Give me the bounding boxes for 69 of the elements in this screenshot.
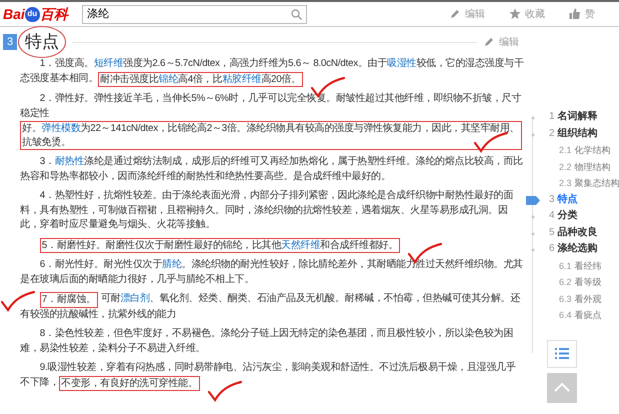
toc-number: 6.1	[559, 260, 572, 270]
search-field[interactable]: 涤纶	[82, 4, 307, 24]
toc-number: 2	[549, 128, 555, 138]
toc-subitem[interactable]: 6.4 看疵点	[525, 307, 619, 324]
toc-label: 名词解释	[558, 111, 598, 122]
toc-label: 看外观	[574, 294, 602, 304]
toc-number: 2.3	[559, 178, 572, 188]
toc-label: 物理结构	[574, 162, 611, 172]
toc-subitem[interactable]: 6.3 看外观	[525, 290, 619, 307]
toc-label: 看等级	[574, 277, 602, 287]
toc-label: 聚集态结构	[574, 178, 619, 188]
toolbar-button[interactable]: 编辑	[449, 6, 485, 22]
edit-link[interactable]: 编辑	[483, 34, 519, 50]
toc-label: 看经纬	[574, 260, 602, 270]
toc-subitem[interactable]: 2.3 聚集态结构	[525, 175, 619, 192]
link[interactable]: 短纤维	[94, 58, 124, 69]
paragraph: 3．耐热性涤纶是通过熔纺法制成，成形后的纤维可又再经加热熔化，属于热塑性纤维。涤纶的熔点比较高，而比热容和导热率都较小，因而涤纶纤维的耐热性和绝热性要高些。是合成纤维中最好的。	[20, 155, 524, 184]
paragraph: 4．热塑性好，抗熔性较差。由于涤纶表面光滑，内部分子排列紧密，因此涤纶是合成纤织物中耐热性最好的面料，具有热塑性，可制做百褶裙，且褶裥持久。同时，涤纶织物的抗熔性较差，遇着烟灰、火星等易形成孔洞。因此，穿着时应尽量避免与烟头、火花等接触。	[20, 189, 514, 232]
toc-item[interactable]: 4 分类	[525, 208, 619, 224]
toc-label: 涤纶选购	[558, 243, 598, 254]
toc-item[interactable]: 6 涤纶选购	[525, 241, 619, 258]
toc-number: 3	[549, 194, 555, 204]
section-number: 3	[3, 34, 17, 50]
toc-label: 品种改良	[558, 226, 598, 238]
link[interactable]: 粘胶纤维	[222, 74, 262, 84]
toc-label: 化学结构	[574, 145, 611, 155]
toc-number: 5	[549, 226, 555, 238]
toc-subitem[interactable]: 2.2 物理结构	[525, 158, 619, 175]
toc-subitem[interactable]: 6.1 看经纬	[525, 258, 619, 274]
toc-item[interactable]: 3 特点	[525, 192, 619, 208]
link[interactable]: 耐热性	[54, 156, 84, 167]
link[interactable]: 吸湿性	[387, 58, 416, 69]
toc-number: 6.3	[559, 294, 572, 304]
toc-number: 6.2	[559, 277, 572, 287]
toc-number: 6	[549, 243, 555, 254]
annotation-box: 7．耐腐蚀。	[40, 292, 98, 308]
toc-number: 2.2	[559, 162, 572, 172]
paragraph: 9.吸湿性较差，穿着有闷热感，同时易带静电、沾污灰尘，影响美观和舒适性。不过洗后极易干燥，且湿强几乎不下降， 不变形，有良好的洗可穿性能。	[20, 361, 525, 391]
toc-subitem[interactable]: 2.1 化学结构	[525, 142, 619, 158]
circled-section-title: 特点	[18, 26, 66, 58]
annotation-box: 不变形，有良好的洗可穿性能。	[59, 376, 200, 391]
toc-subitem[interactable]: 6.2 看等级	[525, 274, 619, 290]
link[interactable]: 锦纶	[158, 74, 178, 84]
link[interactable]: 弹性模数	[42, 123, 80, 134]
annotation-box: 好。弹性模数为22～141cN/dtex，比锦纶高2～3倍。涤纶织物具有较高的强度与弹性恢复能力，因此，其坚牢耐用、抗皱免烫。	[20, 121, 522, 150]
toc-item[interactable]: 2 组织结构	[525, 126, 619, 142]
annotation-box: 耐冲击强度比锦纶高4倍，比粘胶纤维高20倍。	[98, 72, 303, 87]
toc-number: 1	[549, 111, 555, 122]
toc-item[interactable]: 5 品种改良	[525, 224, 619, 241]
paragraph: 7．耐腐蚀。 可耐漂白剂、氧化剂、烃类、酮类、石油产品及无机酸。耐稀碱，不怕霉，但热碱可使其分解。还有较强的抗酸碱性，抗紫外线的能力	[20, 292, 525, 322]
toc-label: 组织结构	[558, 128, 598, 138]
toc-label: 看疵点	[574, 310, 602, 320]
link[interactable]: 天然纤维	[281, 240, 320, 250]
toc-number: 2.1	[559, 145, 572, 155]
toc-number: 6.4	[559, 310, 572, 320]
logo-text: Bai	[3, 4, 25, 24]
paragraph: 8．染色性较差，但色牢度好，不易褪色。涤纶分子链上因无特定的染色基团，而且极性较小，所以染色较为困难，易染性较差，染料分子不易进入纤维。	[20, 327, 514, 356]
toc-item[interactable]: 1 名词解释	[525, 109, 619, 126]
logo-text: 百科	[40, 4, 68, 24]
toolbar-button[interactable]: 收藏	[509, 6, 545, 22]
annotation-box: 5．耐磨性好。耐磨性仅次于耐磨性最好的锦纶，比其他天然纤维和合成纤维都好。	[40, 238, 400, 253]
toolbar-button[interactable]: 赞	[569, 6, 595, 22]
link[interactable]: 腈纶	[162, 259, 182, 270]
logo-paw: du	[24, 6, 40, 22]
toc-number: 4	[549, 210, 555, 221]
toc-label: 特点	[558, 194, 578, 204]
toc-label: 分类	[558, 210, 578, 221]
link[interactable]: 漂白剂	[120, 293, 150, 304]
paragraph: 1．强度高。短纤维强度为2.6～5.7cN/dtex，高强力纤维为5.6～ 8.0cN/dtex。由于吸湿性较低，它的湿态强度与干态强度基本相同。 耐冲击强度比锦纶高4倍，比粘胶纤维高20倍。	[20, 57, 525, 87]
